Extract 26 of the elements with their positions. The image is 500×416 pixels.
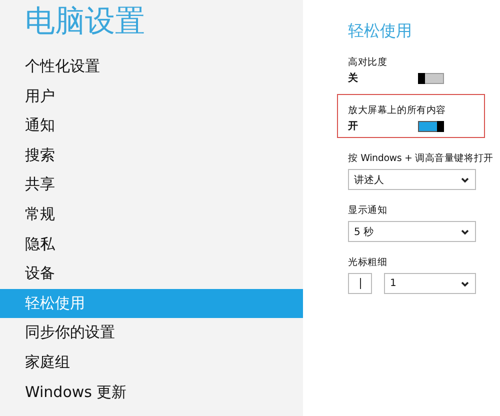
dropdown[interactable]: 讲述人 (348, 169, 476, 190)
sidebar-item[interactable]: 隐私 (0, 230, 303, 260)
sidebar-item[interactable]: Windows 更新 (0, 378, 303, 408)
sidebar-item[interactable]: 共享 (0, 170, 303, 200)
sidebar-item[interactable]: 设备 (0, 259, 303, 289)
toggle-state: 开 (348, 120, 359, 133)
sidebar-item[interactable]: 常规 (0, 200, 303, 230)
cursor-preview (348, 273, 372, 294)
toggle-switch[interactable] (418, 72, 444, 84)
setting-label: 按 Windows + 调高音量键将打开 (348, 152, 494, 166)
dropdown[interactable]: 5 秒 (348, 221, 476, 242)
sidebar-item[interactable]: 用户 (0, 82, 303, 112)
setting-label: 显示通知 (348, 204, 388, 218)
setting-label: 放大屏幕上的所有内容 (348, 104, 446, 118)
sidebar-item[interactable]: 个性化设置 (0, 52, 303, 82)
setting-label: 高对比度 (348, 56, 388, 70)
sidebar-item[interactable]: 搜索 (0, 140, 303, 170)
section-heading: 轻松使用 (348, 21, 413, 41)
page-title: 电脑设置 (25, 3, 146, 41)
sidebar-item[interactable]: 同步你的设置 (0, 318, 303, 348)
setting-label: 光标粗细 (348, 256, 388, 270)
dropdown[interactable]: 1 (384, 273, 476, 294)
sidebar-item[interactable]: 家庭组 (0, 348, 303, 378)
sidebar-item[interactable]: 通知 (0, 111, 303, 141)
toggle-state: 关 (348, 72, 359, 85)
toggle-switch[interactable] (418, 120, 444, 132)
